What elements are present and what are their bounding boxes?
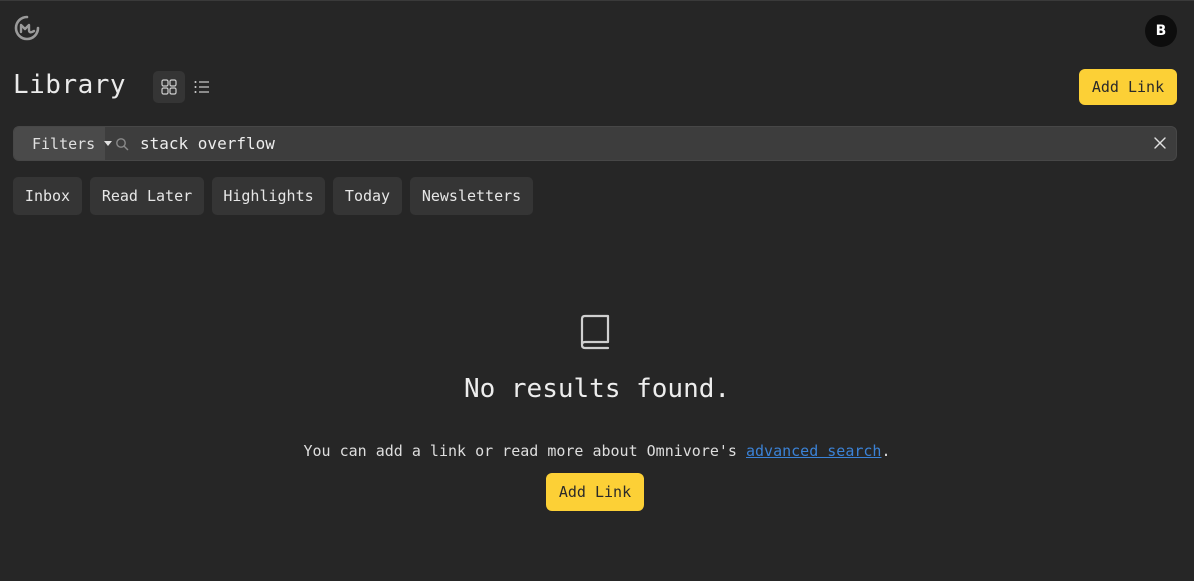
chip-newsletters[interactable]: Newsletters: [410, 177, 533, 215]
chip-today[interactable]: Today: [333, 177, 402, 215]
top-border: [0, 0, 1194, 1]
avatar[interactable]: B: [1145, 15, 1177, 47]
empty-message-suffix: .: [881, 442, 891, 460]
close-icon[interactable]: [1154, 137, 1166, 149]
empty-state-message: You can add a link or read more about Om…: [0, 442, 1194, 460]
chip-highlights[interactable]: Highlights: [212, 177, 325, 215]
advanced-search-link[interactable]: advanced search: [746, 442, 881, 460]
filters-button[interactable]: Filters: [14, 127, 105, 160]
chip-inbox[interactable]: Inbox: [13, 177, 82, 215]
empty-message-prefix: You can add a link or read more about Om…: [303, 442, 746, 460]
caret-down-icon: [104, 141, 112, 146]
book-icon: [580, 314, 610, 350]
grid-icon: [161, 79, 177, 95]
chip-read-later[interactable]: Read Later: [90, 177, 204, 215]
empty-state-add-link-button[interactable]: Add Link: [546, 473, 644, 511]
search-bar: Filters: [13, 126, 1177, 161]
filters-label: Filters: [32, 134, 96, 153]
page-title: Library: [13, 70, 127, 100]
empty-state-title: No results found.: [463, 374, 731, 404]
add-link-button[interactable]: Add Link: [1079, 69, 1177, 105]
list-icon: [194, 81, 209, 93]
search-icon: [116, 138, 129, 151]
omnivore-logo-icon[interactable]: [13, 14, 41, 42]
grid-view-button[interactable]: [153, 71, 185, 103]
search-input[interactable]: [140, 127, 1140, 160]
list-view-button[interactable]: [188, 71, 216, 103]
